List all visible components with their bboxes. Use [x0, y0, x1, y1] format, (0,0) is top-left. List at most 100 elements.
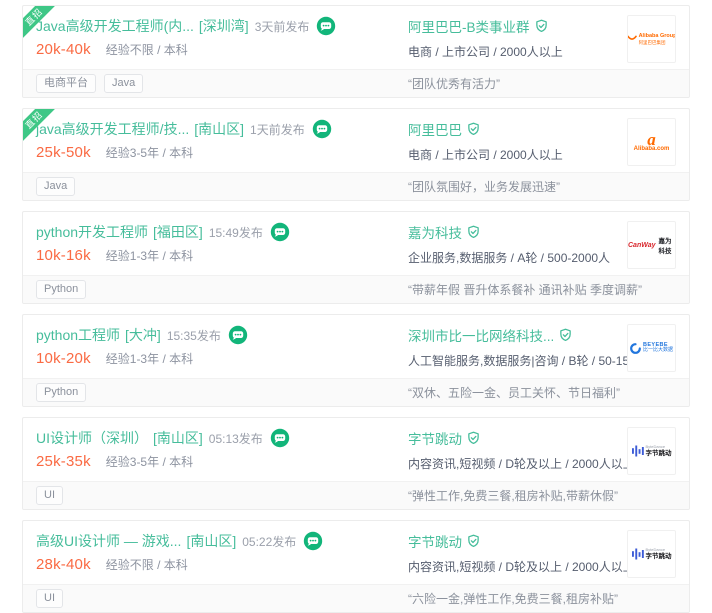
chat-bubble-icon[interactable]: [316, 16, 336, 36]
chat-bubble-icon[interactable]: [228, 325, 248, 345]
bytedance-logo: ByteDance字节跳动: [632, 445, 672, 457]
company-row: 阿里巴巴: [408, 119, 619, 139]
salary: 10k-16k: [36, 247, 91, 264]
tag-list: Python: [36, 280, 408, 299]
card-top: 高级UI设计师 — 游戏... [南山区] 05:22发布: [23, 521, 689, 584]
card-footer: Python “双休、五险一金、员工关怀、节日福利”: [23, 378, 689, 406]
bars-icon: [632, 445, 644, 457]
company-column: 深圳市比一比网络科技... 人工智能服务,数据服务|咨询 / B轮 / 50-1…: [408, 324, 619, 369]
job-card[interactable]: UI设计师（深圳） [南山区] 05:13发布: [22, 417, 690, 510]
company-column: 阿里巴巴-B类事业群 电商 / 上市公司 / 2000人以上: [408, 15, 619, 60]
title-row: UI设计师（深圳） [南山区] 05:13发布: [36, 428, 408, 448]
job-title[interactable]: 高级UI设计师 — 游戏...: [36, 531, 181, 551]
verified-shield-icon: [559, 328, 572, 342]
company-logo[interactable]: CanWay嘉为科技: [627, 221, 676, 269]
job-tag[interactable]: UI: [36, 589, 63, 608]
job-main-column: python开发工程师 [福田区] 15:49发布: [36, 221, 408, 264]
company-info: 内容资讯,短视频 / D轮及以上 / 2000人以上: [408, 455, 619, 472]
job-tag[interactable]: Python: [36, 280, 86, 299]
tag-list: Java: [36, 177, 408, 196]
job-title[interactable]: Java高级开发工程师(内...: [36, 16, 194, 36]
company-name[interactable]: 字节跳动: [408, 531, 462, 551]
salary-row: 25k-50k 经验3-5年 / 本科: [36, 144, 408, 161]
salary-row: 20k-40k 经验不限 / 本科: [36, 41, 408, 58]
company-logo[interactable]: aAlibaba.com: [627, 118, 676, 166]
company-row: 阿里巴巴-B类事业群: [408, 16, 619, 36]
company-info: 电商 / 上市公司 / 2000人以上: [408, 43, 619, 60]
swirl-icon: [630, 343, 641, 354]
publish-time: 1天前发布: [250, 121, 305, 138]
title-row: java高级开发工程师/技... [南山区] 1天前发布: [36, 119, 408, 139]
verified-shield-icon: [467, 122, 480, 136]
salary: 25k-50k: [36, 144, 91, 161]
job-title[interactable]: UI设计师（深圳）: [36, 428, 148, 448]
company-info: 企业服务,数据服务 / A轮 / 500-2000人: [408, 249, 619, 266]
job-main-column: Java高级开发工程师(内... [深圳湾] 3天前发布: [36, 15, 408, 58]
company-quote: “团队氛围好，业务发展迅速”: [408, 178, 676, 195]
beyebe-logo: BEYEBE比一比大数据: [630, 342, 673, 354]
publish-time: 15:49发布: [209, 224, 263, 241]
alibaba-group-logo: Alibaba Group阿里巴巴集团: [627, 33, 676, 44]
verified-shield-icon: [467, 431, 480, 445]
job-tag[interactable]: Java: [36, 177, 75, 196]
company-quote: “弹性工作,免费三餐,租房补贴,带薪休假”: [408, 487, 676, 504]
card-footer: UI “六险一金,弹性工作,免费三餐,租房补贴”: [23, 584, 689, 612]
company-column: 字节跳动 内容资讯,短视频 / D轮及以上 / 2000人以上: [408, 427, 619, 472]
job-title[interactable]: python开发工程师: [36, 222, 148, 242]
card-top: python工程师 [大冲] 15:35发布: [23, 315, 689, 378]
experience-education: 经验3-5年 / 本科: [106, 144, 193, 161]
company-logo[interactable]: ByteDance字节跳动: [627, 427, 676, 475]
company-name[interactable]: 深圳市比一比网络科技...: [408, 325, 554, 345]
job-card[interactable]: 高级UI设计师 — 游戏... [南山区] 05:22发布: [22, 520, 690, 613]
card-top: python开发工程师 [福田区] 15:49发布: [23, 212, 689, 275]
salary-row: 10k-16k 经验1-3年 / 本科: [36, 247, 408, 264]
job-card[interactable]: python工程师 [大冲] 15:35发布: [22, 314, 690, 407]
job-main-column: java高级开发工程师/技... [南山区] 1天前发布: [36, 118, 408, 161]
company-quote: “带薪年假 晋升体系餐补 通讯补贴 季度调薪”: [408, 281, 676, 298]
job-location: [南山区]: [194, 119, 244, 139]
company-column: 字节跳动 内容资讯,短视频 / D轮及以上 / 2000人以上: [408, 530, 619, 575]
company-logo[interactable]: ByteDance字节跳动: [627, 530, 676, 578]
salary: 10k-20k: [36, 350, 91, 367]
experience-education: 经验3-5年 / 本科: [106, 453, 193, 470]
card-top: UI设计师（深圳） [南山区] 05:13发布: [23, 418, 689, 481]
salary: 25k-35k: [36, 453, 91, 470]
tag-list: Python: [36, 383, 408, 402]
job-tag[interactable]: Java: [104, 74, 143, 93]
title-row: python工程师 [大冲] 15:35发布: [36, 325, 408, 345]
job-card[interactable]: 直招 java高级开发工程师/技... [南山区] 1天前发布: [22, 108, 690, 201]
verified-shield-icon: [535, 19, 548, 33]
job-location: [福田区]: [153, 222, 203, 242]
company-logo[interactable]: BEYEBE比一比大数据: [627, 324, 676, 372]
company-name[interactable]: 嘉为科技: [408, 222, 462, 242]
chat-bubble-icon[interactable]: [270, 222, 290, 242]
smile-icon: [627, 35, 637, 42]
title-row: python开发工程师 [福田区] 15:49发布: [36, 222, 408, 242]
company-row: 嘉为科技: [408, 222, 619, 242]
company-info: 电商 / 上市公司 / 2000人以上: [408, 146, 619, 163]
job-title[interactable]: python工程师: [36, 325, 120, 345]
job-location: [大冲]: [125, 325, 161, 345]
job-card[interactable]: 直招 Java高级开发工程师(内... [深圳湾] 3天前发布: [22, 5, 690, 98]
company-logo[interactable]: Alibaba Group阿里巴巴集团: [627, 15, 676, 63]
chat-bubble-icon[interactable]: [303, 531, 323, 551]
job-location: [深圳湾]: [199, 16, 249, 36]
job-tag[interactable]: 电商平台: [36, 74, 96, 93]
chat-bubble-icon[interactable]: [270, 428, 290, 448]
company-name[interactable]: 阿里巴巴-B类事业群: [408, 16, 530, 36]
salary-row: 25k-35k 经验3-5年 / 本科: [36, 453, 408, 470]
job-title[interactable]: java高级开发工程师/技...: [36, 119, 189, 139]
tag-list: UI: [36, 486, 408, 505]
chat-bubble-icon[interactable]: [312, 119, 332, 139]
job-tag[interactable]: Python: [36, 383, 86, 402]
job-main-column: python工程师 [大冲] 15:35发布: [36, 324, 408, 367]
job-card[interactable]: python开发工程师 [福田区] 15:49发布: [22, 211, 690, 304]
job-location: [南山区]: [153, 428, 203, 448]
job-list: 直招 Java高级开发工程师(内... [深圳湾] 3天前发布: [22, 5, 690, 613]
company-name[interactable]: 字节跳动: [408, 428, 462, 448]
card-footer: UI “弹性工作,免费三餐,租房补贴,带薪休假”: [23, 481, 689, 509]
job-tag[interactable]: UI: [36, 486, 63, 505]
bars-icon: [632, 548, 644, 560]
salary-row: 10k-20k 经验1-3年 / 本科: [36, 350, 408, 367]
company-name[interactable]: 阿里巴巴: [408, 119, 462, 139]
